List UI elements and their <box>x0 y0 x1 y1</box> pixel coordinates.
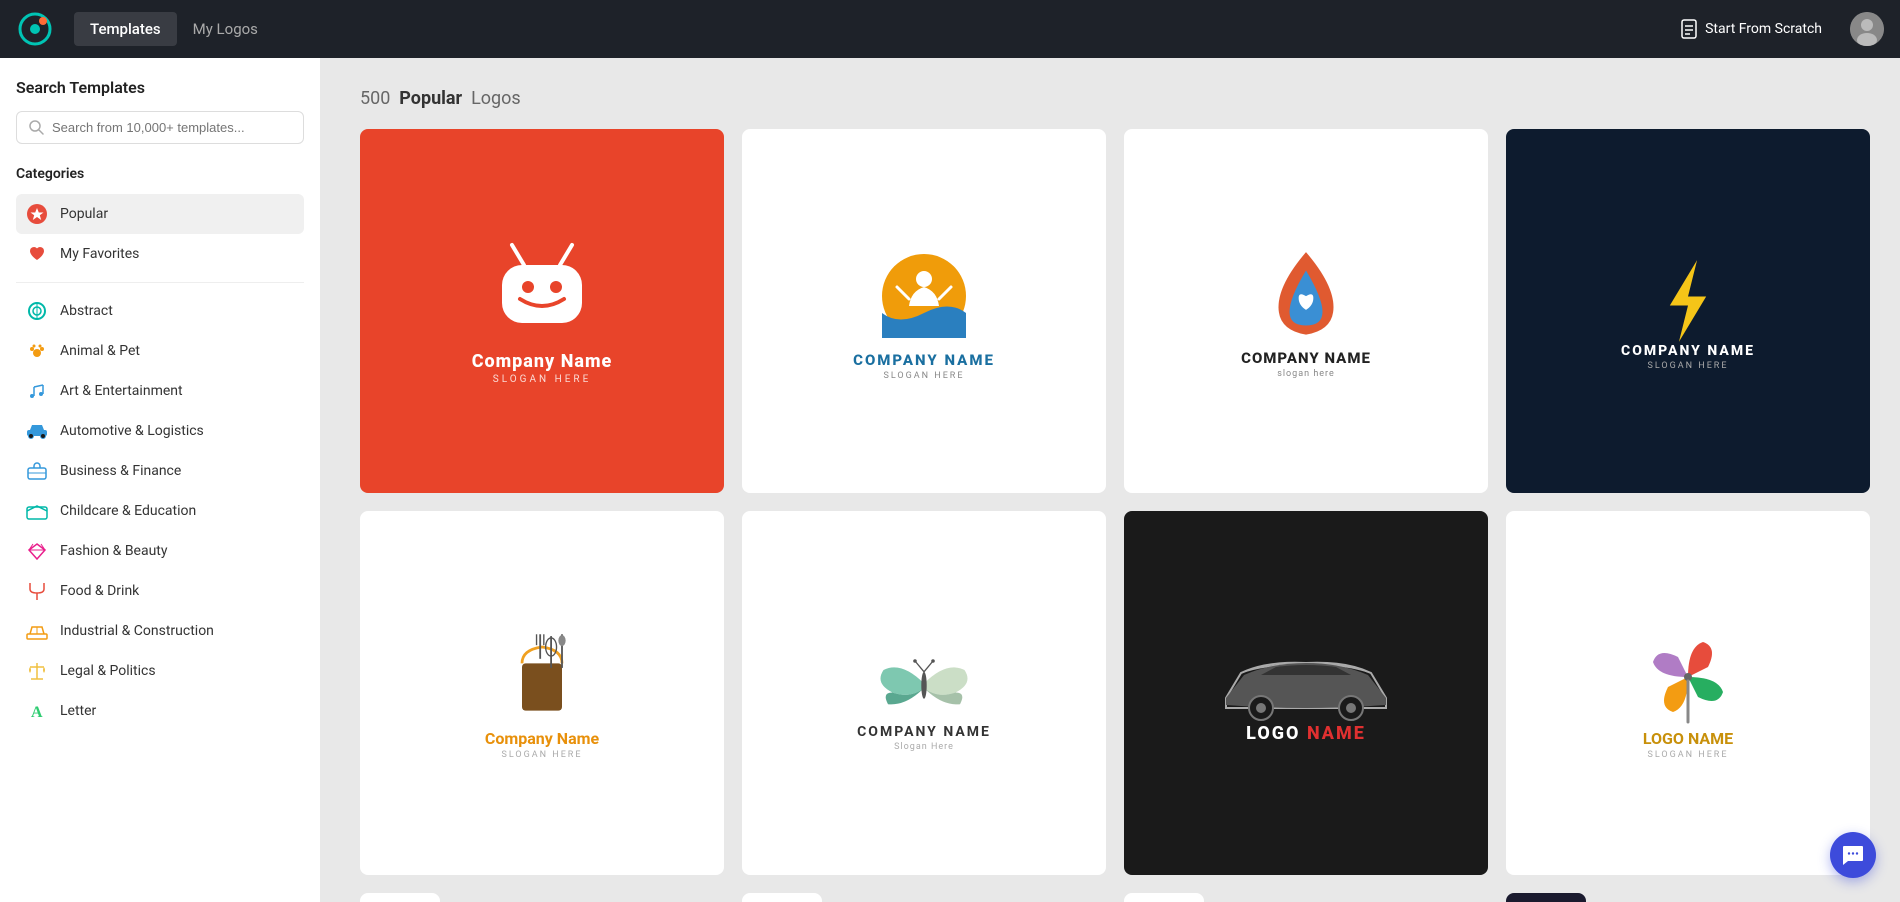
chat-button[interactable] <box>1830 832 1876 878</box>
sidebar-item-automotive[interactable]: Automotive & Logistics <box>16 411 304 451</box>
scales-icon <box>26 660 48 682</box>
logo-card-8[interactable]: LOGO NAME SLOGAN HERE <box>1506 511 1870 875</box>
logo-card-11[interactable] <box>1124 893 1204 902</box>
logo-grid: Company Name SLOGAN HERE <box>360 129 1870 902</box>
diamond-icon <box>26 540 48 562</box>
categories-title: Categories <box>16 166 304 182</box>
sidebar-item-fashion-label: Fashion & Beauty <box>60 543 168 559</box>
search-icon <box>29 120 44 135</box>
header-right: Start From Scratch <box>1669 12 1884 46</box>
sidebar-item-art[interactable]: Art & Entertainment <box>16 371 304 411</box>
main-layout: Search Templates Categories Popular <box>0 58 1900 902</box>
svg-text:A: A <box>31 704 43 721</box>
main-nav: Templates My Logos <box>74 12 274 46</box>
nav-my-logos[interactable]: My Logos <box>177 12 274 46</box>
logo-card-7[interactable]: LOGO NAME <box>1124 511 1488 875</box>
abstract-icon <box>26 300 48 322</box>
app-header: Templates My Logos Start From Scratch <box>0 0 1900 58</box>
nav-templates[interactable]: Templates <box>74 12 177 46</box>
letter-icon: A <box>26 700 48 722</box>
sidebar-item-favorites[interactable]: My Favorites <box>16 234 304 274</box>
logo-card-6[interactable]: COMPANY NAME Slogan Here <box>742 511 1106 875</box>
logo-card-2[interactable]: COMPANY NAME SLOGAN HERE <box>742 129 1106 493</box>
logo-card-12[interactable] <box>1506 893 1586 902</box>
sidebar-item-childcare[interactable]: Childcare & Education <box>16 491 304 531</box>
sidebar-title: Search Templates <box>16 78 304 97</box>
popular-icon <box>26 203 48 225</box>
sidebar-item-abstract[interactable]: Abstract <box>16 291 304 331</box>
sidebar-item-childcare-label: Childcare & Education <box>60 503 196 519</box>
sidebar-item-food-label: Food & Drink <box>60 583 139 599</box>
sidebar-item-industrial[interactable]: Industrial & Construction <box>16 611 304 651</box>
education-icon <box>26 500 48 522</box>
start-from-scratch-button[interactable]: Start From Scratch <box>1669 13 1834 45</box>
sidebar-item-business-label: Business & Finance <box>60 463 181 479</box>
sidebar-item-popular-label: Popular <box>60 206 108 222</box>
car-icon <box>26 420 48 442</box>
results-count: 500 <box>360 88 390 109</box>
logo-card-3[interactable]: COMPANY NAME slogan here <box>1124 129 1488 493</box>
sidebar-item-favorites-label: My Favorites <box>60 246 139 262</box>
sidebar-item-food[interactable]: Food & Drink <box>16 571 304 611</box>
search-input[interactable] <box>52 120 291 135</box>
sidebar-item-industrial-label: Industrial & Construction <box>60 623 214 639</box>
app-logo[interactable] <box>16 10 54 48</box>
construction-icon <box>26 620 48 642</box>
sidebar-item-fashion[interactable]: Fashion & Beauty <box>16 531 304 571</box>
sidebar-item-automotive-label: Automotive & Logistics <box>60 423 204 439</box>
logo-card-9[interactable] <box>360 893 440 902</box>
search-box[interactable] <box>16 111 304 144</box>
sidebar-item-letter-label: Letter <box>60 703 96 719</box>
sidebar-item-letter[interactable]: A Letter <box>16 691 304 731</box>
sidebar-item-animal-pet-label: Animal & Pet <box>60 343 140 359</box>
sidebar: Search Templates Categories Popular <box>0 58 320 902</box>
results-highlight: Popular <box>399 88 462 109</box>
paw-icon <box>26 340 48 362</box>
sidebar-item-legal[interactable]: Legal & Politics <box>16 651 304 691</box>
logo-card-5[interactable]: Company Name SLOGAN HERE <box>360 511 724 875</box>
food-icon <box>26 580 48 602</box>
sidebar-item-business[interactable]: Business & Finance <box>16 451 304 491</box>
main-content: 500 Popular Logos <box>320 58 1900 902</box>
logo-card-1[interactable]: Company Name SLOGAN HERE <box>360 129 724 493</box>
logo-card-10[interactable] <box>742 893 822 902</box>
sidebar-item-popular[interactable]: Popular <box>16 194 304 234</box>
music-icon <box>26 380 48 402</box>
user-avatar[interactable] <box>1850 12 1884 46</box>
logo-card-4[interactable]: COMPANY NAME SLOGAN HERE <box>1506 129 1870 493</box>
heart-icon <box>26 243 48 265</box>
results-suffix: Logos <box>471 88 521 109</box>
sidebar-item-abstract-label: Abstract <box>60 303 113 319</box>
sidebar-item-art-label: Art & Entertainment <box>60 383 183 399</box>
briefcase-icon <box>26 460 48 482</box>
sidebar-item-animal-pet[interactable]: Animal & Pet <box>16 331 304 371</box>
results-header: 500 Popular Logos <box>360 88 1870 109</box>
sidebar-item-legal-label: Legal & Politics <box>60 663 156 679</box>
start-from-scratch-label: Start From Scratch <box>1705 21 1822 37</box>
